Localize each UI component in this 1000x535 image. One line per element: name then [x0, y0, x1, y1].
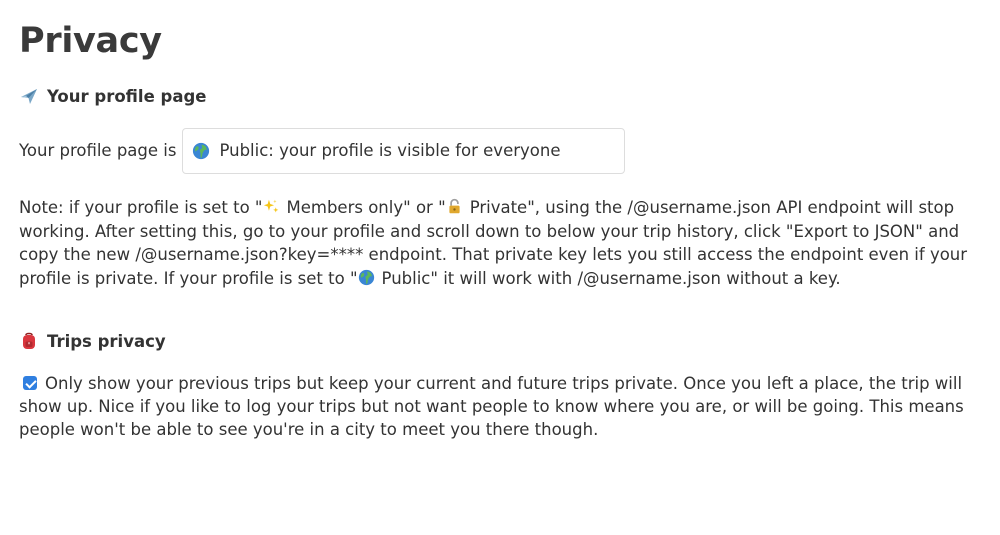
note-public-label: Public [381, 268, 431, 288]
trips-privacy-checkbox-label[interactable]: Only show your previous trips but keep y… [19, 374, 964, 439]
profile-section-heading-text: Your profile page [47, 86, 207, 106]
airplane-icon [19, 86, 39, 106]
trips-section-heading: Trips privacy [19, 331, 166, 351]
note-text-part2: " or " [403, 198, 446, 217]
lock-icon [446, 198, 463, 215]
note-members-label: Members only [286, 198, 404, 217]
profile-visibility-value: Public: your profile is visible for ever… [219, 141, 561, 160]
page-title: Privacy [19, 21, 162, 61]
globe-icon [358, 269, 375, 286]
note-private-label: Private [469, 198, 528, 217]
trips-section-heading-text: Trips privacy [47, 331, 166, 351]
profile-section-heading: Your profile page [19, 86, 206, 106]
sparkles-icon [263, 198, 280, 215]
backpack-icon [19, 331, 39, 351]
profile-visibility-select[interactable]: Public: your profile is visible for ever… [182, 127, 626, 174]
note-text-part4: " it will work with /@username.json with… [430, 268, 841, 288]
profile-visibility-label: Your profile page is [19, 141, 177, 160]
trips-privacy-option: Only show your previous trips but keep y… [19, 372, 974, 441]
globe-icon [192, 142, 210, 160]
api-endpoint-note: Note: if your profile is set to " Members… [19, 196, 974, 290]
trips-privacy-checkbox[interactable] [23, 376, 37, 390]
note-text-part1: Note: if your profile is set to " [19, 198, 263, 217]
profile-visibility-row: Your profile page is Public: your profil… [19, 127, 626, 174]
